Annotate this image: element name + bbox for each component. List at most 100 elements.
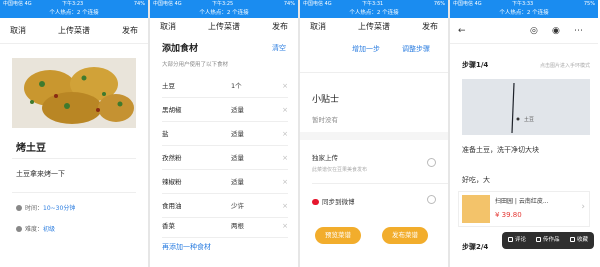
carrier-label: 中国电信 4G bbox=[3, 1, 32, 7]
publish-button[interactable]: 发布 bbox=[422, 18, 438, 36]
add-ingredient-button[interactable]: 再添加一种食材 bbox=[162, 242, 211, 252]
publish-recipe-button[interactable]: 发布菜谱 bbox=[382, 227, 428, 244]
product-name: 扫田园 | 云南红皮... bbox=[495, 198, 549, 205]
ingredient-row[interactable]: 土豆 1个 × bbox=[162, 74, 288, 98]
ingredient-amount[interactable]: 两根 bbox=[231, 214, 244, 238]
recipe-description[interactable]: 土豆拿来烤一下 bbox=[16, 169, 65, 179]
ingredient-name[interactable]: 土豆 bbox=[162, 74, 175, 98]
product-recommend-label: 好吃，大 bbox=[462, 176, 490, 184]
battery-level: 74% bbox=[283, 1, 295, 7]
clear-button[interactable]: 清空 bbox=[272, 43, 286, 53]
ingredient-name[interactable]: 盐 bbox=[162, 122, 169, 146]
step-description: 准备土豆，洗干净切大块 bbox=[462, 146, 539, 154]
ingredient-amount[interactable]: 适量 bbox=[231, 122, 244, 146]
hotspot-banner[interactable]: 个人热点：2 个连接 bbox=[300, 9, 448, 18]
recipe-title[interactable]: 烤土豆 bbox=[16, 139, 46, 154]
collect-button[interactable]: 收藏 bbox=[570, 232, 588, 249]
step-counter: 步骤1/4 bbox=[462, 61, 489, 69]
battery-level: 74% bbox=[133, 1, 145, 7]
screen-recipe-info: 中国电信 4G 下午3:23 74% 个人热点：2 个连接 取消 上传菜谱 发布… bbox=[0, 0, 148, 267]
ingredient-name[interactable]: 孜然粉 bbox=[162, 146, 182, 170]
weibo-icon bbox=[312, 199, 319, 205]
screen-ingredients: 中国电信 4G 下午3:25 74% 个人热点：2 个连接 取消 上传菜谱 发布… bbox=[150, 0, 298, 267]
action-bar: 评论 传作品 收藏 bbox=[502, 232, 594, 249]
exclusive-upload-toggle[interactable] bbox=[427, 158, 436, 167]
ingredient-name[interactable]: 黑胡椒 bbox=[162, 98, 182, 122]
publish-button[interactable]: 发布 bbox=[122, 18, 138, 44]
difficulty-icon bbox=[16, 226, 22, 232]
roasted-potato-image bbox=[12, 58, 136, 128]
preview-recipe-button[interactable]: 预览菜谱 bbox=[315, 227, 361, 244]
upload-work-button[interactable]: 传作品 bbox=[536, 232, 560, 249]
section-subtitle: 大部分用户使用了以下食材 bbox=[162, 62, 229, 68]
ingredient-row[interactable]: 孜然粉 适量 × bbox=[162, 146, 288, 170]
add-step-button[interactable]: 增加一步 bbox=[352, 44, 380, 54]
share-icon[interactable]: ◉ bbox=[552, 24, 560, 38]
product-card[interactable]: 扫田园 | 云南红皮... ¥ 39.80 › bbox=[458, 191, 590, 227]
publish-button[interactable]: 发布 bbox=[272, 18, 288, 36]
hand-mode-hint: 点击图片进入手环模式 bbox=[539, 63, 590, 69]
top-nav: 取消 上传菜谱 发布 bbox=[300, 18, 448, 36]
difficulty-row[interactable]: 难度：初级 bbox=[16, 224, 55, 233]
ingredient-name[interactable]: 辣椒粉 bbox=[162, 170, 182, 194]
screen-publish-options: 中国电信 4G 下午3:31 76% 个人热点：2 个连接 取消 上传菜谱 发布… bbox=[300, 0, 448, 267]
exclusive-upload-label: 独家上传 bbox=[312, 154, 338, 162]
hotspot-banner[interactable]: 个人热点：2 个连接 bbox=[0, 9, 148, 18]
cook-time-label: 时间： bbox=[25, 205, 44, 212]
hotspot-banner[interactable]: 个人热点：2 个连接 bbox=[150, 9, 298, 18]
clock-icon bbox=[16, 205, 22, 211]
weibo-sync-toggle[interactable] bbox=[427, 195, 436, 204]
ingredient-name[interactable]: 香菜 bbox=[162, 214, 175, 238]
remove-icon[interactable]: × bbox=[282, 170, 288, 194]
product-thumbnail bbox=[462, 195, 490, 223]
divider bbox=[12, 158, 136, 159]
top-nav: ← ◎ ◉ ⋯ bbox=[450, 18, 598, 44]
recipe-cover-photo[interactable] bbox=[12, 58, 136, 128]
remove-icon[interactable]: × bbox=[282, 74, 288, 98]
step-counter: 步骤2/4 bbox=[462, 243, 489, 251]
remove-icon[interactable]: × bbox=[282, 146, 288, 170]
comment-button[interactable]: 评论 bbox=[508, 232, 526, 249]
divider bbox=[12, 192, 136, 193]
step-image: 土豆 bbox=[462, 79, 590, 135]
status-bar: 中国电信 4G 下午3:31 76% bbox=[300, 0, 448, 9]
weibo-sync-row[interactable]: 同步到微博 bbox=[312, 196, 355, 206]
camera-icon[interactable]: ◎ bbox=[530, 24, 538, 38]
status-bar: 中国电信 4G 下午3:23 74% bbox=[0, 0, 148, 9]
ingredient-amount[interactable]: 适量 bbox=[231, 98, 244, 122]
cook-time-row[interactable]: 时间：10~30分钟 bbox=[16, 203, 75, 212]
status-bar: 中国电信 4G 下午3:33 75% bbox=[450, 0, 598, 9]
section-heading: 添加食材 bbox=[162, 44, 199, 54]
battery-level: 75% bbox=[583, 1, 595, 7]
ingredient-amount[interactable]: 适量 bbox=[231, 170, 244, 194]
screen-recipe-detail: 中国电信 4G 下午3:33 75% 个人热点：2 个连接 ← ◎ ◉ ⋯ 步骤… bbox=[450, 0, 598, 267]
clock: 下午3:31 bbox=[362, 1, 384, 7]
status-bar: 中国电信 4G 下午3:25 74% bbox=[150, 0, 298, 9]
clock: 下午3:23 bbox=[62, 1, 84, 7]
carrier-label: 中国电信 4G bbox=[453, 1, 482, 7]
divider bbox=[300, 72, 448, 73]
section-spacer bbox=[300, 132, 448, 140]
comment-label: 评论 bbox=[515, 237, 527, 243]
remove-icon[interactable]: × bbox=[282, 122, 288, 146]
remove-icon[interactable]: × bbox=[282, 214, 288, 238]
tips-placeholder[interactable]: 暂时没有 bbox=[312, 114, 338, 124]
ingredient-row[interactable]: 香菜 两根 × bbox=[162, 214, 288, 238]
ingredient-row[interactable]: 盐 适量 × bbox=[162, 122, 288, 146]
ingredient-row[interactable]: 辣椒粉 适量 × bbox=[162, 170, 288, 194]
camera-icon bbox=[536, 237, 541, 242]
remove-icon[interactable]: × bbox=[282, 98, 288, 122]
difficulty-label: 难度： bbox=[25, 226, 44, 233]
more-icon[interactable]: ⋯ bbox=[574, 24, 583, 38]
ingredient-amount[interactable]: 1个 bbox=[231, 74, 242, 98]
ingredient-amount[interactable]: 适量 bbox=[231, 146, 244, 170]
step-photo[interactable]: 土豆 bbox=[462, 79, 590, 135]
divider bbox=[312, 183, 448, 184]
back-arrow-icon[interactable]: ← bbox=[458, 24, 466, 38]
battery-level: 76% bbox=[433, 1, 445, 7]
carrier-label: 中国电信 4G bbox=[153, 1, 182, 7]
adjust-steps-button[interactable]: 调整步骤 bbox=[402, 44, 430, 54]
ingredient-row[interactable]: 黑胡椒 适量 × bbox=[162, 98, 288, 122]
hotspot-banner[interactable]: 个人热点：2 个连接 bbox=[450, 9, 598, 18]
chevron-right-icon: › bbox=[581, 202, 585, 212]
